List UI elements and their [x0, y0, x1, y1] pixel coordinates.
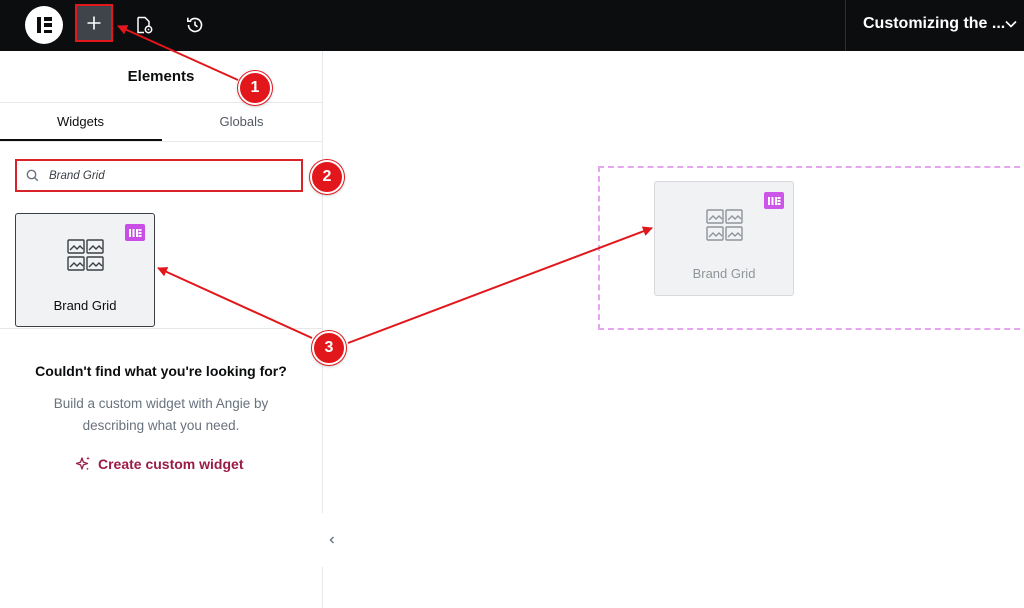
annotation-marker-2: 2 [310, 160, 344, 194]
not-found-title: Couldn't find what you're looking for? [35, 363, 287, 379]
pro-badge-icon [764, 192, 784, 209]
search-input[interactable] [49, 167, 289, 185]
dragged-widget-brand-grid[interactable]: Brand Grid [654, 181, 794, 296]
elements-panel: Elements Widgets Globals Brand Grid Bran… [0, 51, 323, 608]
search-icon [26, 169, 39, 182]
widget-brand-grid[interactable]: Brand Grid [15, 213, 155, 327]
chevron-left-icon [329, 536, 334, 544]
chevron-down-icon[interactable] [1004, 17, 1018, 31]
divider [0, 102, 322, 103]
brand-grid-icon [706, 209, 743, 241]
search-box [15, 159, 303, 192]
create-link-label: Create custom widget [98, 456, 244, 472]
elementor-logo-icon[interactable] [25, 6, 63, 44]
create-custom-widget-link[interactable]: Create custom widget [74, 455, 243, 473]
divider [0, 141, 322, 142]
plus-icon [87, 16, 101, 30]
panel-title: Elements [127, 68, 195, 85]
page-settings-button[interactable] [125, 6, 163, 44]
not-found-description: Build a custom widget with Angie by desc… [53, 396, 269, 433]
add-element-button[interactable] [75, 4, 113, 42]
tab-widgets[interactable]: Widgets [0, 114, 161, 129]
annotation-marker-3: 3 [312, 331, 346, 365]
widget-label: Brand Grid [53, 298, 117, 313]
document-title[interactable]: Customizing the ... [863, 15, 1005, 33]
widget-label: Brand Grid [692, 266, 756, 281]
history-icon [187, 17, 203, 33]
tab-globals[interactable]: Globals [161, 114, 322, 129]
divider [0, 328, 322, 329]
brand-grid-icon [67, 239, 104, 271]
collapse-panel-button[interactable] [322, 513, 342, 567]
pro-badge-icon [125, 224, 145, 241]
toolbar-separator [845, 0, 846, 51]
page-settings-icon [137, 16, 153, 34]
annotation-marker-1: 1 [238, 71, 272, 105]
sparkle-icon [75, 456, 90, 471]
history-button[interactable] [176, 6, 214, 44]
top-bar: Customizing the ... [0, 0, 1024, 51]
